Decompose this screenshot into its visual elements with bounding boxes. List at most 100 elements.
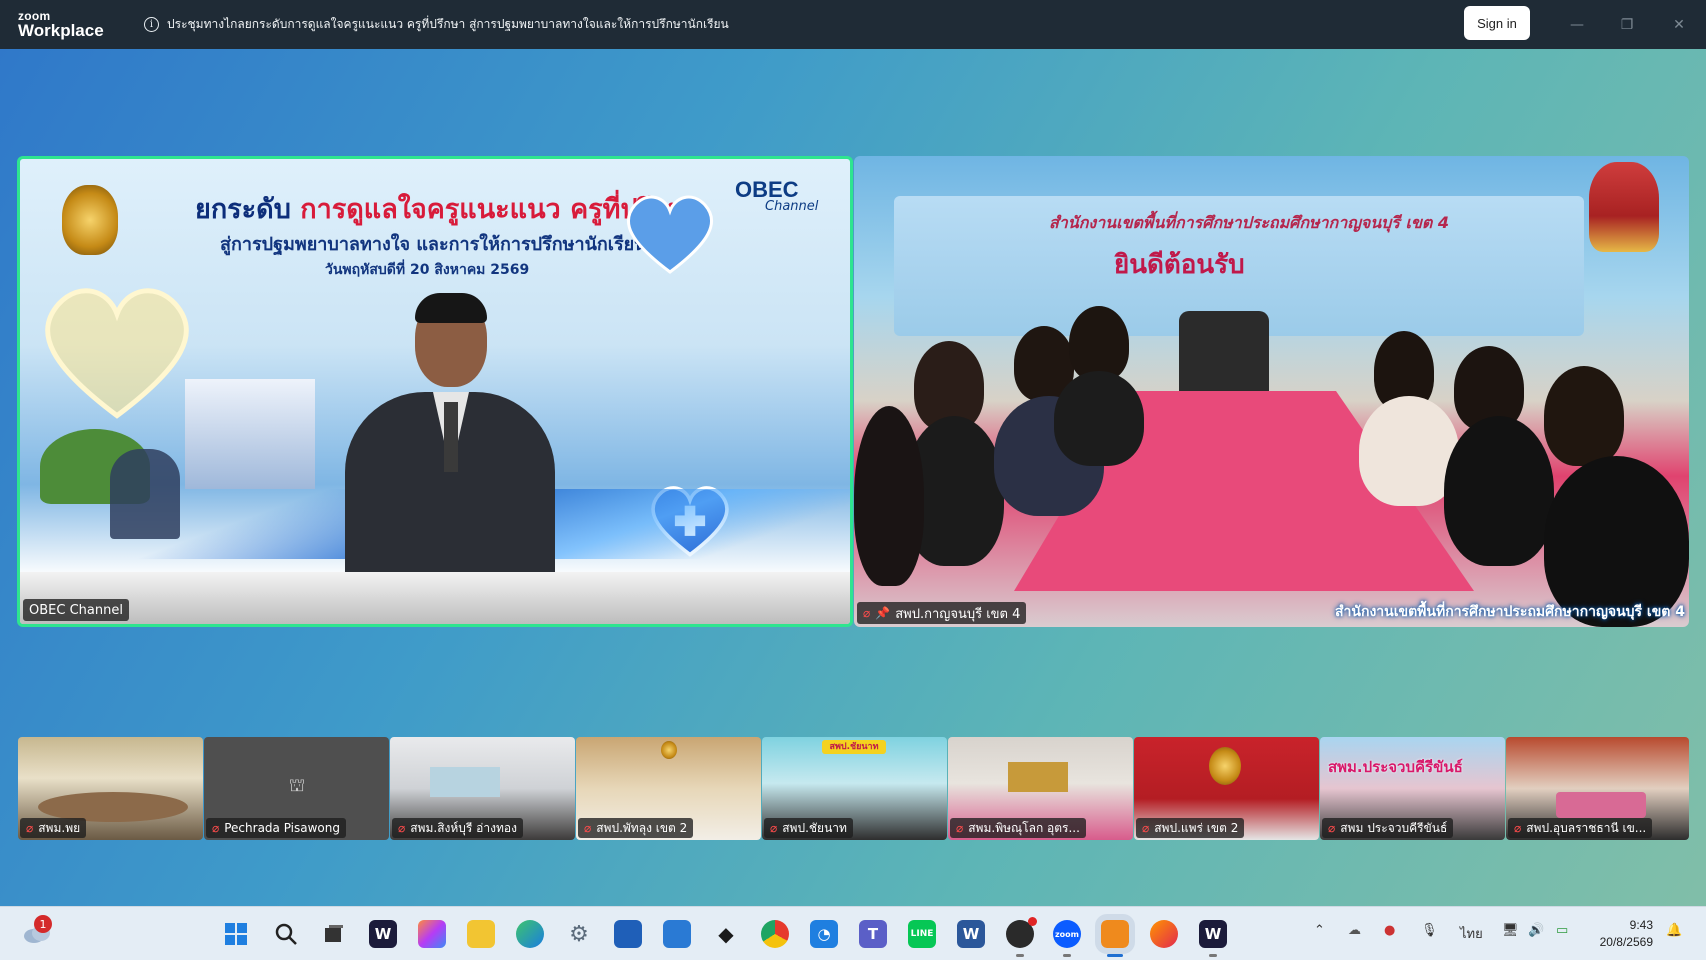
chair-image [1179, 311, 1269, 401]
language-indicator[interactable]: ไทย [1460, 923, 1483, 944]
participant-person [854, 406, 924, 586]
edge-icon[interactable] [516, 920, 544, 948]
notification-badge: 1 [34, 915, 52, 933]
participant-name-tag: ⌀ Pechrada Pisawong [206, 818, 346, 838]
webex-icon[interactable]: W [369, 920, 397, 948]
news-desk [20, 572, 850, 624]
microsoft-store-icon[interactable] [614, 920, 642, 948]
microphone-icon[interactable]: 🎙 [1421, 923, 1438, 938]
mic-muted-icon: ⌀ [770, 821, 778, 835]
thumbnail-tile[interactable]: ⌀ สพป.แพร่ เขต 2 [1134, 737, 1319, 840]
battery-icon[interactable]: ▭ [1556, 923, 1568, 938]
mic-muted-icon: ⌀ [26, 821, 34, 835]
participant-name: สพป.พัทลุง เขต 2 [596, 820, 688, 835]
restore-icon[interactable]: ❐ [1604, 0, 1650, 49]
video-tile-kanchanaburi[interactable]: สำนักงานเขตพื้นที่การศึกษาประถมศึกษากาญจ… [854, 156, 1689, 627]
office-seal-icon [661, 741, 677, 759]
participant-person [1069, 306, 1129, 381]
school-building-image [185, 379, 315, 489]
participant-name-tag: ⌀ สพป.พัทลุง เขต 2 [578, 818, 694, 838]
chevron-up-icon[interactable]: ⌃ [1314, 923, 1325, 938]
thumbnail-tile[interactable]: ⌀ สพม.พย [18, 737, 203, 840]
obs-icon[interactable] [1006, 917, 1037, 957]
thumbnail-tile[interactable]: สพม.ประจวบคีรีขันธ์ ⌀ สพม ประจวบคีรีขันธ… [1320, 737, 1505, 840]
office-caption: สำนักงานเขตพื้นที่การศึกษาประถมศึกษากาญจ… [1335, 604, 1685, 620]
slide-title-part1: ยกระดับ [195, 194, 301, 225]
participant-name-tag: ⌀ สพม.พิษณุโลก อุตร... [950, 818, 1086, 838]
mic-muted-icon: ⌀ [1514, 821, 1522, 835]
screen-image [1008, 762, 1068, 792]
notification-bell-icon[interactable]: 🔔 [1666, 923, 1682, 938]
participant-person [1054, 371, 1144, 466]
office-seal-icon [1209, 747, 1241, 785]
app-tray-icon[interactable]: ● [1384, 923, 1395, 938]
close-icon[interactable]: ✕ [1656, 0, 1702, 49]
mic-muted-icon: ⌀ [1142, 821, 1150, 835]
thumbnail-tile[interactable]: ⌀ สพป.อุบลราชธานี เข... [1506, 737, 1689, 840]
province-emblem-icon [1589, 162, 1659, 252]
search-icon[interactable] [272, 920, 300, 948]
clock-time: 9:43 [1629, 918, 1653, 932]
firefox-icon[interactable] [1150, 920, 1178, 948]
mic-muted-icon: ⌀ [1328, 821, 1336, 835]
participant-name-tag: ⌀ สพป.ชัยนาท [764, 818, 853, 838]
participant-name: สพม ประจวบคีรีขันธ์ [1340, 820, 1448, 835]
slide-date: วันพฤหัสบดีที่ 20 สิงหาคม 2569 [325, 262, 530, 278]
care-heart-icon [620, 187, 720, 277]
thumbnail-tile[interactable]: ⌀ สพม.สิงห์บุรี อ่างทอง [390, 737, 575, 840]
settings-icon[interactable]: ⚙ [565, 920, 593, 948]
thumbnail-tile[interactable]: ⌀ สพป.พัทลุง เขต 2 [576, 737, 761, 840]
chrome-icon[interactable] [761, 920, 789, 948]
dropbox-icon[interactable]: ◆ [712, 920, 740, 948]
participant-name-tag: ⌀ 📌 สพป.กาญจนบุรี เขต 4 [857, 602, 1027, 624]
banner-office-name: สำนักงานเขตพื้นที่การศึกษาประถมศึกษากาญจ… [1049, 213, 1449, 232]
webex-meetings-icon[interactable]: W [1199, 920, 1227, 957]
active-app-icon[interactable] [1095, 914, 1135, 957]
participant-name: สพม.พย [38, 820, 81, 835]
info-icon[interactable]: i [144, 17, 159, 32]
task-view-icon[interactable] [320, 920, 348, 948]
screen-image [430, 767, 500, 797]
obec-logo-sub: Channel [765, 199, 819, 214]
network-icon[interactable]: 🖥 [1502, 923, 1519, 938]
participant-name: สพป.แพร่ เขต 2 [1154, 820, 1239, 835]
news-anchor [345, 293, 555, 597]
participant-name-tag: ⌀ สพป.อุบลราชธานี เข... [1508, 818, 1653, 838]
participant-person [1444, 416, 1554, 566]
windows-taskbar: 1 W ⚙ ◆ ◔ T LINE W zoom W ⌃ ☁ ● 🎙 ไทย 🖥 … [0, 906, 1706, 960]
obec-seal-icon [62, 185, 118, 255]
clock-date: 20/8/2569 [1599, 935, 1653, 949]
participant-name: สพม.สิงห์บุรี อ่างทอง [410, 820, 517, 835]
clock-app-icon[interactable]: ◔ [810, 920, 838, 948]
taskbar-clock[interactable]: 9:43 20/8/2569 [1583, 917, 1653, 951]
participant-name: OBEC Channel [29, 602, 123, 618]
zoom-icon[interactable]: zoom [1053, 920, 1081, 957]
office-banner: สพป.ชัยนาท [822, 740, 886, 754]
teams-icon[interactable]: T [859, 920, 887, 948]
cloud-sync-icon[interactable]: ☁ [1348, 923, 1361, 938]
thumbnail-tile[interactable]: ⌀ สพม.พิษณุโลก อุตร... [948, 737, 1133, 840]
mic-muted-icon: ⌀ [212, 821, 220, 835]
brand-bottom: Workplace [18, 21, 104, 40]
sign-in-button[interactable]: Sign in [1464, 6, 1530, 40]
participant-person [1544, 366, 1624, 466]
participant-name: สพป.อุบลราชธานี เข... [1526, 820, 1647, 835]
mic-muted-icon: ⌀ [956, 821, 964, 835]
windows-start-icon[interactable] [222, 920, 250, 948]
thumbnail-tile[interactable]: สพป.ชัยนาท ⌀ สพป.ชัยนาท [762, 737, 947, 840]
thumbnail-tile[interactable]: ⛫ ⌀ Pechrada Pisawong [204, 737, 389, 840]
word-icon[interactable]: W [957, 920, 985, 948]
volume-icon[interactable]: 🔊 [1528, 923, 1544, 938]
copilot-icon[interactable] [418, 920, 446, 948]
participant-name-tag: ⌀ สพม.สิงห์บุรี อ่างทอง [392, 818, 523, 838]
outlook-icon[interactable] [663, 920, 691, 948]
video-tile-active-speaker[interactable]: ยกระดับ การดูแลใจครูแนะแนว ครูที่ปรึกษา … [17, 156, 853, 627]
glowing-heart-icon [32, 274, 202, 424]
mic-muted-icon: ⌀ [863, 606, 871, 620]
participant-name: สพม.พิษณุโลก อุตร... [968, 820, 1080, 835]
line-icon[interactable]: LINE [908, 920, 936, 948]
file-explorer-icon[interactable] [467, 920, 495, 948]
minimize-icon[interactable]: — [1554, 0, 1600, 49]
pin-icon: 📌 [875, 606, 891, 620]
video-off-avatar-icon: ⛫ [288, 775, 306, 796]
